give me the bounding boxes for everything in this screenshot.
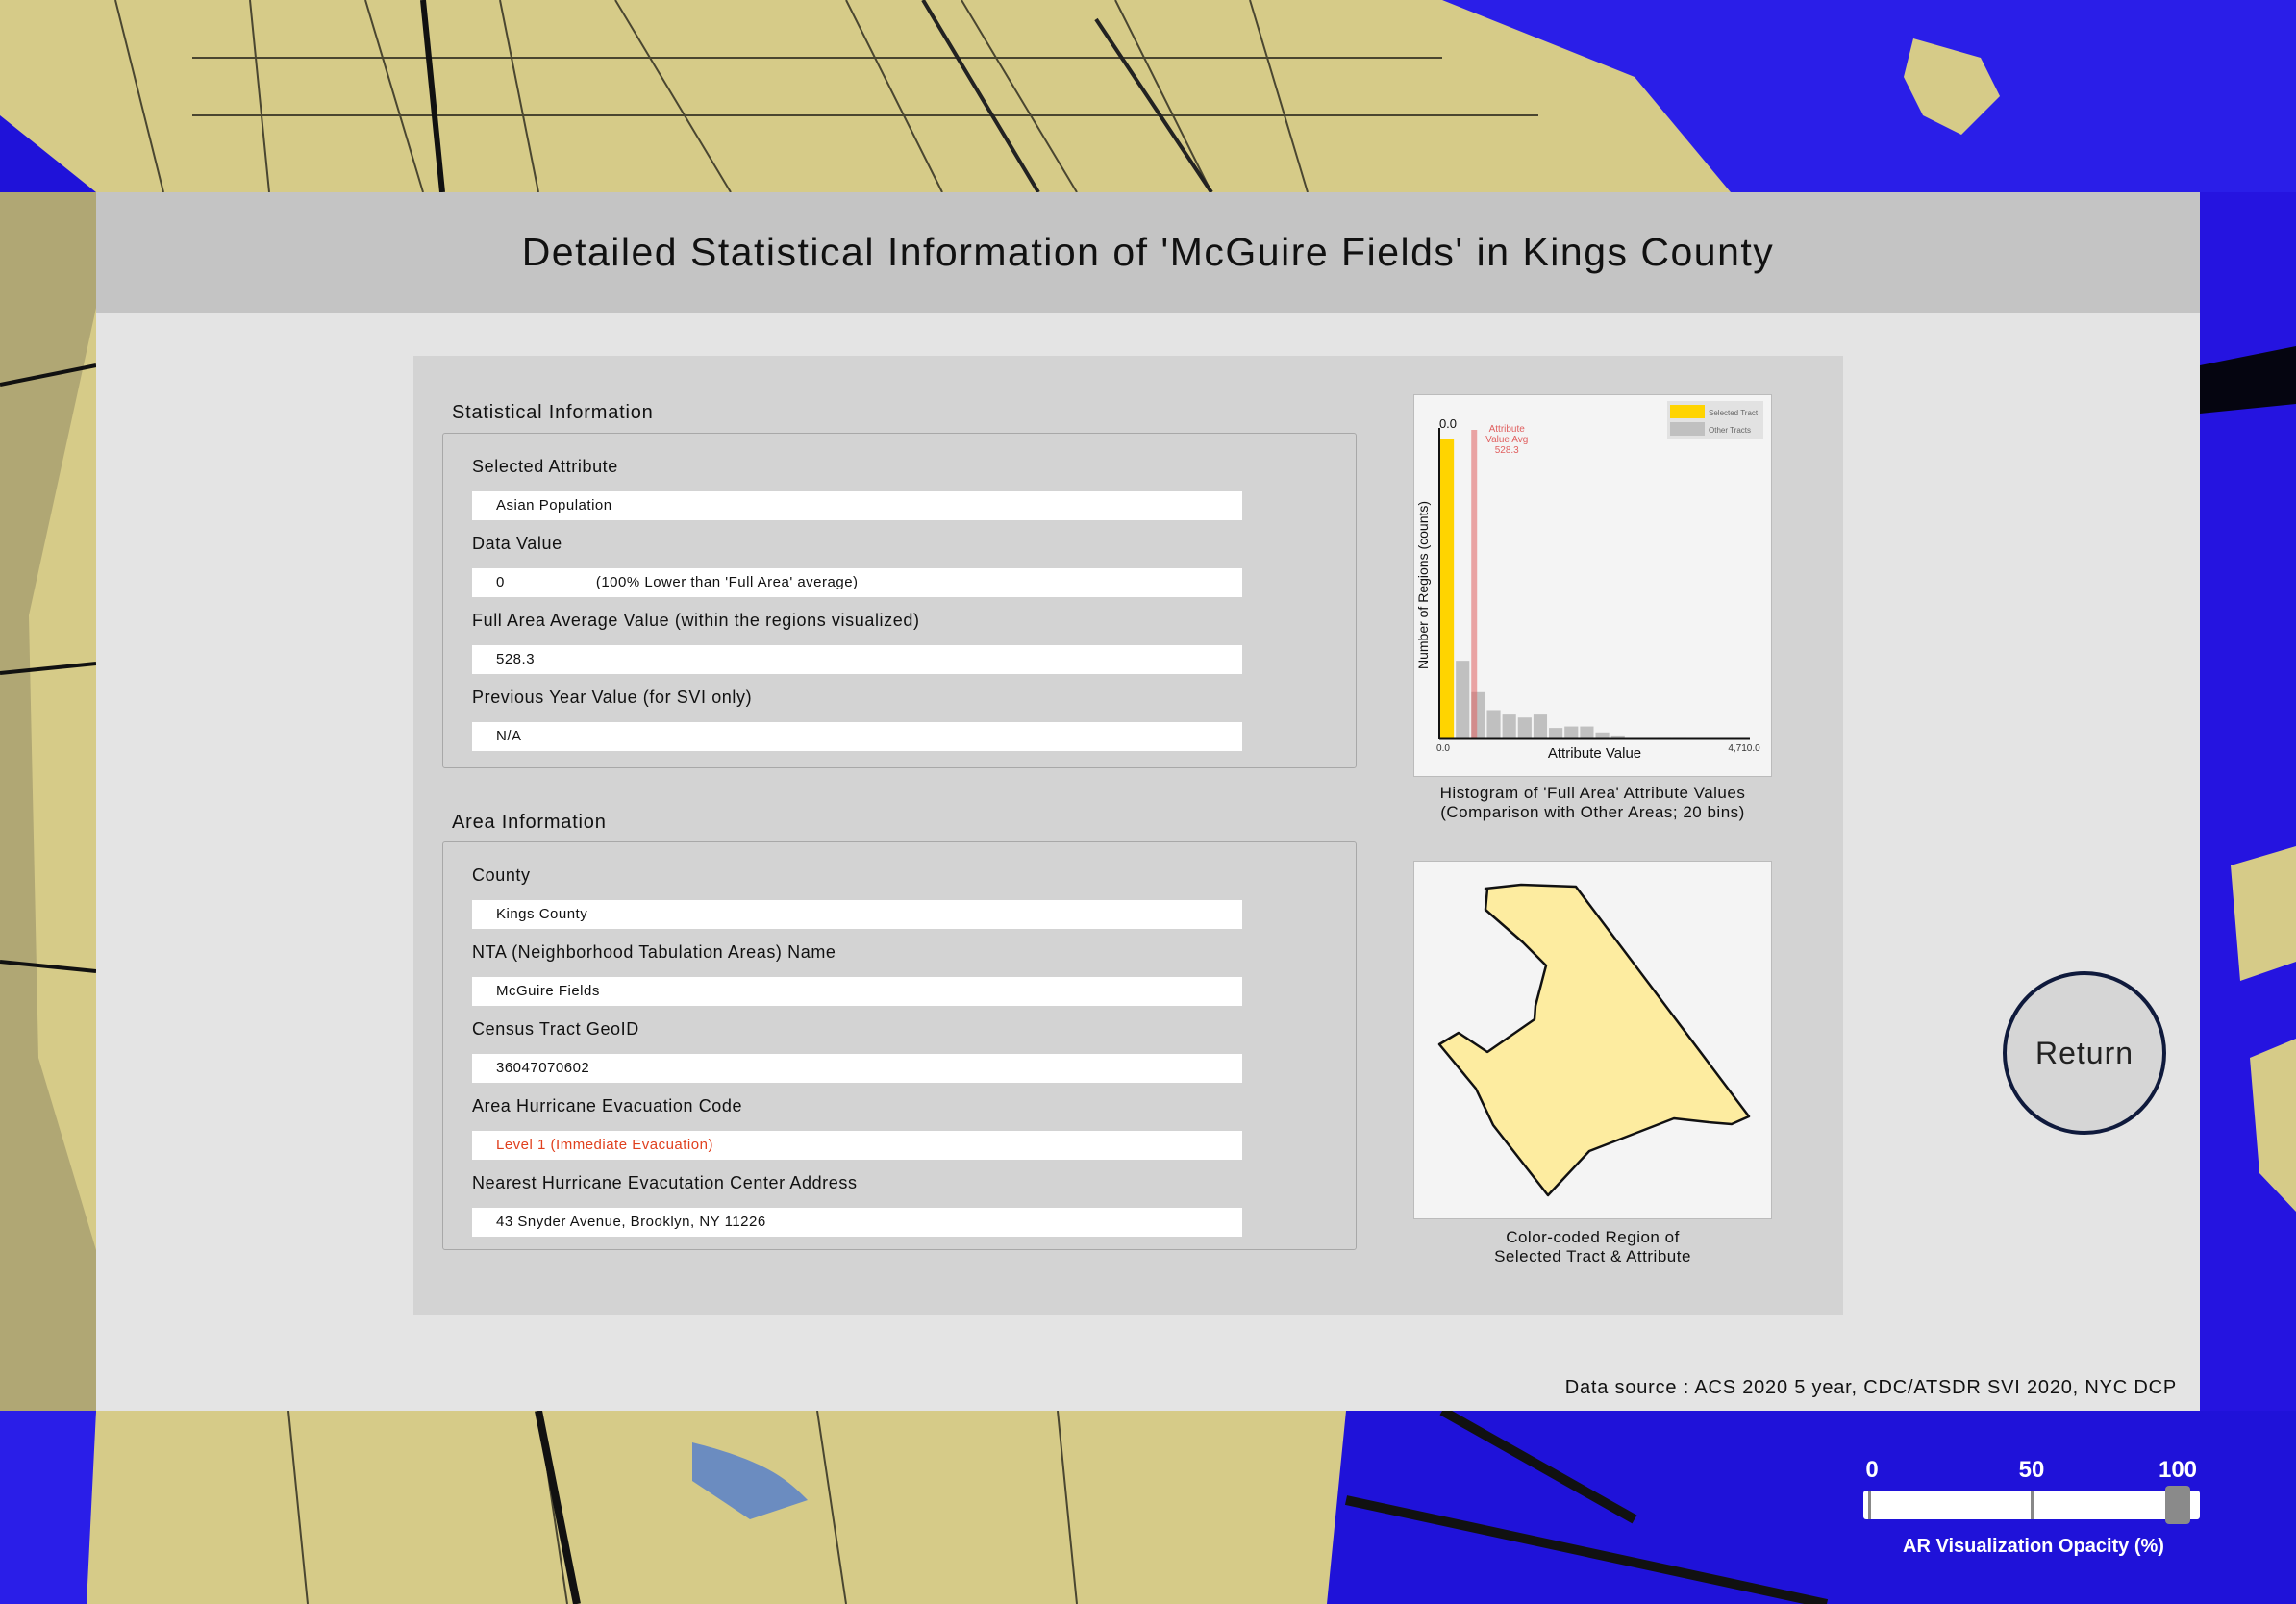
map-caption: Color-coded Region of Selected Tract & A… xyxy=(1413,1228,1772,1266)
evacuation-center-field: 43 Snyder Avenue, Brooklyn, NY 11226 xyxy=(472,1208,1242,1237)
average-line xyxy=(1471,430,1478,739)
selected-region-shape xyxy=(1437,883,1751,1197)
statistical-info-fieldset: Selected Attribute Asian Population Data… xyxy=(442,433,1357,768)
nta-name-field: McGuire Fields xyxy=(472,977,1242,1006)
histogram-bar-selected xyxy=(1440,439,1455,739)
previous-year-field: N/A xyxy=(472,722,1242,751)
slider-tick-label-max: 100 xyxy=(2158,1457,2198,1483)
histogram-bar xyxy=(1486,710,1501,739)
region-shape-svg xyxy=(1437,883,1751,1197)
full-area-average-field: 528.3 xyxy=(472,645,1242,674)
opacity-slider[interactable]: 0 50 100 AR Visualization Opacity (%) xyxy=(1860,1457,2207,1572)
histogram-caption-line2: (Comparison with Other Areas; 20 bins) xyxy=(1440,803,1745,821)
evacuation-code-label: Area Hurricane Evacuation Code xyxy=(472,1096,743,1115)
county-label: County xyxy=(472,865,531,885)
histogram-bar xyxy=(1517,717,1532,739)
legend-swatch-other xyxy=(1670,422,1705,436)
histogram-bar xyxy=(1533,714,1548,739)
map-caption-line1: Color-coded Region of xyxy=(1506,1228,1680,1246)
geoid-field: 36047070602 xyxy=(472,1054,1242,1083)
histogram-bar xyxy=(1502,714,1516,739)
area-info-fieldset: County Kings County NTA (Neighborhood Ta… xyxy=(442,841,1357,1250)
histogram-bar xyxy=(1456,661,1470,739)
panel-title: Detailed Statistical Information of 'McG… xyxy=(521,230,1775,274)
average-label: Attribute xyxy=(1489,424,1526,435)
legend-label-other: Other Tracts xyxy=(1709,426,1751,435)
county-field: Kings County xyxy=(472,900,1242,929)
histogram-caption: Histogram of 'Full Area' Attribute Value… xyxy=(1413,784,1772,822)
average-label: Value Avg xyxy=(1485,435,1528,445)
histogram-bar xyxy=(1549,728,1563,739)
selected-value-label: 0.0 xyxy=(1439,416,1457,431)
histogram-svg: AttributeValue Avg528.3 0.0 0.0 4,710.0 Attr… xyxy=(1415,401,1763,762)
y-axis-label: Number of Regions (counts) xyxy=(1415,501,1431,669)
geoid-label: Census Tract GeoID xyxy=(472,1019,639,1039)
legend-swatch-selected xyxy=(1670,405,1705,418)
slider-caption: AR Visualization Opacity (%) xyxy=(1903,1536,2164,1557)
slider-tick-min xyxy=(1868,1491,1871,1519)
panel-header: Detailed Statistical Information of 'McG… xyxy=(96,192,2200,313)
selected-attribute-label: Selected Attribute xyxy=(472,457,618,476)
legend-label-selected: Selected Tract xyxy=(1709,409,1759,417)
slider-tick-label-mid: 50 xyxy=(2018,1457,2045,1483)
region-map xyxy=(1413,861,1772,1219)
statistics-panel: Detailed Statistical Information of 'McG… xyxy=(96,192,2200,1411)
nta-name-label: NTA (Neighborhood Tabulation Areas) Name xyxy=(472,942,836,962)
x-tick-label: 4,710.0 xyxy=(1728,743,1760,754)
slider-handle[interactable] xyxy=(2165,1486,2190,1524)
evacuation-code-field: Level 1 (Immediate Evacuation) xyxy=(472,1131,1242,1160)
full-area-average-label: Full Area Average Value (within the regi… xyxy=(472,611,920,630)
data-value-field: 0 (100% Lower than 'Full Area' average) xyxy=(472,568,1242,597)
selected-attribute-field: Asian Population xyxy=(472,491,1242,520)
evacuation-center-label: Nearest Hurricane Evacutation Center Add… xyxy=(472,1173,858,1192)
histogram-chart: Attribute Value Avg 528.3 0.0 0.0 4,710.0 Attr… xyxy=(1413,394,1772,777)
data-value: 0 xyxy=(496,574,505,590)
slider-tick-mid xyxy=(2031,1491,2034,1519)
map-caption-line2: Selected Tract & Attribute xyxy=(1494,1247,1691,1266)
histogram-bar xyxy=(1564,726,1579,739)
slider-tick-label-min: 0 xyxy=(1865,1457,1879,1483)
statistical-info-title: Statistical Information xyxy=(452,402,654,423)
area-info-title: Area Information xyxy=(452,812,607,833)
data-value-label: Data Value xyxy=(472,534,562,553)
data-value-comparison: (100% Lower than 'Full Area' average) xyxy=(595,574,859,590)
data-source-note: Data source : ACS 2020 5 year, CDC/ATSDR… xyxy=(1564,1377,2177,1398)
average-label: 528.3 xyxy=(1495,445,1519,456)
histogram-bar xyxy=(1580,726,1594,739)
x-tick-label: 0.0 xyxy=(1436,743,1450,754)
info-container: Statistical Information Selected Attribu… xyxy=(413,356,1843,1315)
x-axis-label: Attribute Value xyxy=(1548,745,1641,762)
return-button[interactable]: Return xyxy=(2003,971,2166,1135)
previous-year-label: Previous Year Value (for SVI only) xyxy=(472,688,753,707)
histogram-caption-line1: Histogram of 'Full Area' Attribute Value… xyxy=(1439,784,1746,802)
